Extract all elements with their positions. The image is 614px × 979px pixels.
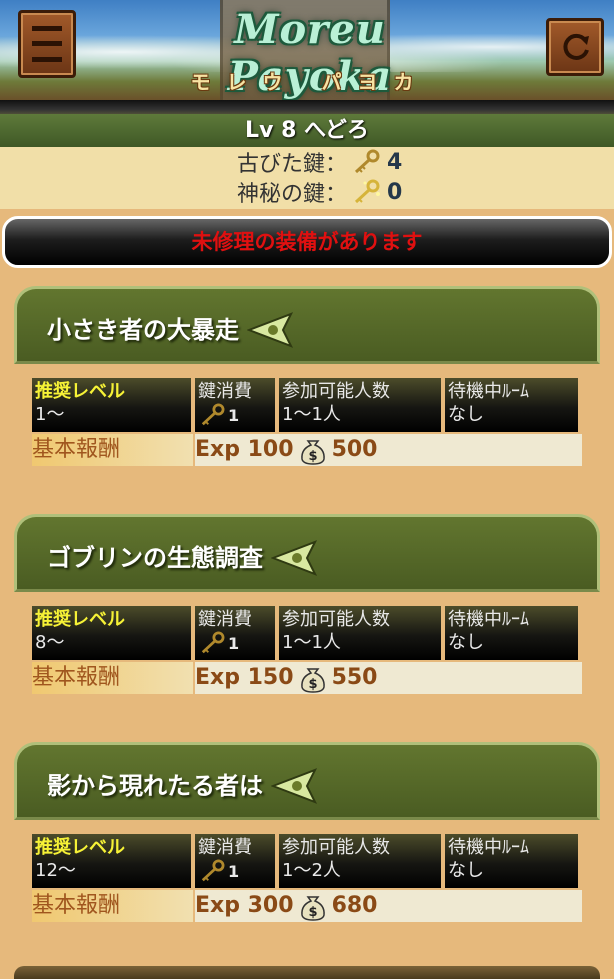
player-count-value: 1〜1人: [282, 404, 341, 425]
old-key-row: 古びた鍵： 4: [0, 147, 614, 177]
quest-title-bar[interactable]: 小さき者の大暴走: [14, 286, 600, 364]
key-cost-icon: [201, 403, 225, 426]
reward-exp: Exp 300: [195, 893, 294, 918]
quest-title: 小さき者の大暴走: [47, 316, 239, 344]
waiting-room-cell: 待機中ﾙｰﾑ なし: [445, 378, 578, 432]
key-cost-cell: 鍵消費 1: [195, 606, 275, 660]
reload-button[interactable]: [546, 18, 604, 76]
player-count-label: 参加可能人数: [282, 837, 390, 858]
player-count-cell: 参加可能人数 1〜1人: [279, 378, 441, 432]
old-key-icon: [354, 149, 380, 174]
quest-reward-row: 基本報酬 Exp 150 $ 550: [32, 662, 600, 694]
waiting-room-label: 待機中ﾙｰﾑ: [448, 837, 529, 858]
money-bag-icon: $: [300, 440, 325, 465]
title-banner: Moreu Payoka モレウ パヨカ: [0, 0, 614, 102]
reward-gold: 550: [331, 665, 378, 690]
reload-icon: [563, 33, 589, 60]
quest-title: ゴブリンの生態調査: [47, 544, 263, 572]
mystic-key-count: 0: [387, 179, 403, 205]
reward-exp: Exp 100: [195, 437, 294, 462]
game-logo: Moreu Payoka: [227, 6, 393, 100]
repair-alert-button[interactable]: 未修理の装備があります: [2, 216, 612, 268]
menu-button[interactable]: [18, 10, 76, 78]
recommended-level-label: 推奨レベル: [35, 837, 125, 858]
waiting-room-label: 待機中ﾙｰﾑ: [448, 381, 529, 402]
key-cost-cell: 鍵消費 1: [195, 834, 275, 888]
recommended-level-value: 1〜: [35, 404, 65, 425]
recommended-level-cell: 推奨レベル 1〜: [32, 378, 191, 432]
svg-text:$: $: [308, 677, 317, 692]
player-count-cell: 参加可能人数 1〜1人: [279, 606, 441, 660]
recommended-level-label: 推奨レベル: [35, 609, 125, 630]
key-cost-label: 鍵消費: [198, 381, 252, 402]
quest-reward-row: 基本報酬 Exp 100 $ 500: [32, 434, 600, 466]
hamburger-menu-icon: [32, 26, 62, 62]
recommended-level-cell: 推奨レベル 12〜: [32, 834, 191, 888]
waiting-room-cell: 待機中ﾙｰﾑ なし: [445, 834, 578, 888]
quest-title: 影から現れたる者は: [47, 772, 263, 800]
reward-gold: 680: [331, 893, 378, 918]
waiting-room-cell: 待機中ﾙｰﾑ なし: [445, 606, 578, 660]
player-count-value: 1〜2人: [282, 860, 341, 881]
reward-exp: Exp 150: [195, 665, 294, 690]
quest-title-bar[interactable]: 影から現れたる者は: [14, 742, 600, 820]
quest-flag-icon: [271, 768, 317, 804]
recommended-level-value: 8〜: [35, 632, 65, 653]
key-cost-label: 鍵消費: [198, 837, 252, 858]
svg-text:$: $: [308, 905, 317, 920]
money-bag-icon: $: [300, 668, 325, 693]
player-count-label: 参加可能人数: [282, 381, 390, 402]
player-count-label: 参加可能人数: [282, 609, 390, 630]
recommended-level-value: 12〜: [35, 860, 76, 881]
recommended-level-cell: 推奨レベル 8〜: [32, 606, 191, 660]
key-cost-value: 1: [228, 633, 240, 653]
reward-label: 基本報酬: [32, 662, 193, 694]
waiting-room-value: なし: [448, 860, 484, 881]
key-cost-value: 1: [228, 861, 240, 881]
key-cost-value: 1: [228, 405, 240, 425]
player-level-name: Lv 8 へどろ: [0, 114, 614, 147]
game-logo-kana: モレウ パヨカ: [190, 70, 430, 94]
quest-flag-icon: [247, 312, 293, 348]
key-inventory: 古びた鍵： 4 神秘の鍵： 0: [0, 147, 614, 209]
recommended-level-label: 推奨レベル: [35, 381, 125, 402]
player-count-value: 1〜1人: [282, 632, 341, 653]
svg-text:$: $: [308, 449, 317, 464]
key-cost-icon: [201, 859, 225, 882]
waiting-room-value: なし: [448, 632, 484, 653]
quest-title-bar[interactable]: ゴブリンの生態調査: [14, 514, 600, 592]
mystic-key-row: 神秘の鍵： 0: [0, 177, 614, 207]
mystic-key-icon: [354, 179, 380, 204]
reward-gold: 500: [331, 437, 378, 462]
key-cost-icon: [201, 631, 225, 654]
money-bag-icon: $: [300, 896, 325, 921]
waiting-room-label: 待機中ﾙｰﾑ: [448, 609, 529, 630]
quest-flag-icon: [271, 540, 317, 576]
key-cost-cell: 鍵消費 1: [195, 378, 275, 432]
next-quest-card-edge[interactable]: [14, 966, 600, 979]
old-key-label: 古びた鍵：: [236, 152, 347, 177]
reward-label: 基本報酬: [32, 434, 193, 466]
quest-reward-row: 基本報酬 Exp 300 $ 680: [32, 890, 600, 922]
key-cost-label: 鍵消費: [198, 609, 252, 630]
mystic-key-label: 神秘の鍵：: [236, 182, 347, 207]
waiting-room-value: なし: [448, 404, 484, 425]
reward-label: 基本報酬: [32, 890, 193, 922]
old-key-count: 4: [387, 149, 403, 175]
player-count-cell: 参加可能人数 1〜2人: [279, 834, 441, 888]
